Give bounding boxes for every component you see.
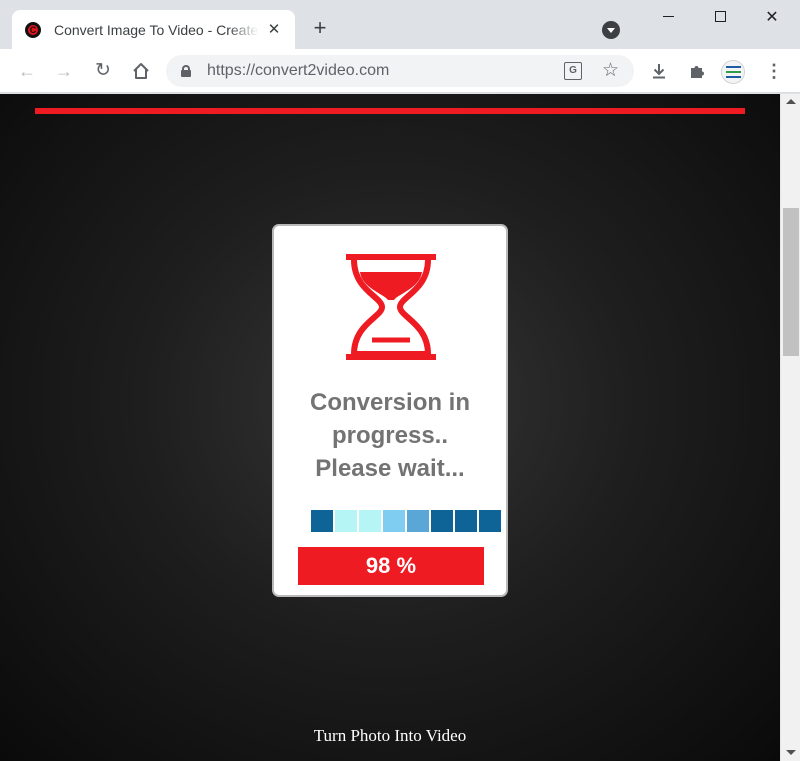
site-favicon-icon: C <box>25 21 41 38</box>
loading-segments <box>311 510 503 532</box>
download-icon[interactable] <box>647 59 671 83</box>
lock-icon[interactable] <box>181 65 191 77</box>
status-line: progress.. <box>331 422 449 449</box>
forward-arrow-icon[interactable]: → <box>52 59 76 83</box>
loading-segment <box>479 510 501 532</box>
translate-icon[interactable]: G <box>564 62 582 80</box>
new-tab-button[interactable]: + <box>309 17 331 39</box>
tab-close-icon[interactable]: ✕ <box>265 21 283 39</box>
loading-segment <box>455 510 477 532</box>
tab-strip: C Convert Image To Video - Create Video … <box>0 0 800 49</box>
address-bar[interactable]: https://convert2video.com G ☆ <box>166 55 634 87</box>
progress-percent-bar: 98 % <box>298 547 484 585</box>
loading-segment <box>359 510 381 532</box>
tab-search-icon[interactable] <box>602 21 620 39</box>
status-message: Conversion in progress.. Please wait... <box>274 386 506 485</box>
loading-segment <box>431 510 453 532</box>
menu-icon[interactable]: ⋮ <box>762 59 786 83</box>
scroll-down-arrow-icon[interactable] <box>786 750 796 755</box>
hourglass-icon <box>346 254 436 360</box>
window-close-button[interactable]: ✕ <box>746 0 798 33</box>
window-minimize-button[interactable] <box>642 0 694 33</box>
browser-toolbar: ← → ↻ https://convert2video.com G ☆ ⋮ <box>0 49 800 93</box>
scrollbar-thumb[interactable] <box>783 208 799 356</box>
star-icon[interactable]: ☆ <box>602 59 619 82</box>
top-progress-bar <box>35 108 745 114</box>
home-icon[interactable] <box>129 59 153 83</box>
conversion-card: Conversion in progress.. Please wait... … <box>272 224 508 597</box>
tab-title: Convert Image To Video - Create Video Fr… <box>54 21 259 38</box>
loading-segment <box>335 510 357 532</box>
loading-segment <box>407 510 429 532</box>
browser-tab[interactable]: C Convert Image To Video - Create Video … <box>12 10 295 49</box>
reload-icon[interactable]: ↻ <box>91 59 115 83</box>
profile-avatar[interactable] <box>721 60 745 84</box>
loading-segment <box>311 510 333 532</box>
scroll-up-arrow-icon[interactable] <box>786 99 796 104</box>
back-arrow-icon[interactable]: ← <box>15 59 39 83</box>
extensions-icon[interactable] <box>685 59 709 83</box>
address-url[interactable]: https://convert2video.com <box>207 55 389 87</box>
window-maximize-button[interactable] <box>694 0 746 33</box>
vertical-scrollbar[interactable] <box>780 94 800 761</box>
footer-tagline: Turn Photo Into Video <box>313 726 467 745</box>
page-viewport: Conversion in progress.. Please wait... … <box>0 94 780 761</box>
loading-segment <box>383 510 405 532</box>
status-line: Please wait... <box>315 455 465 482</box>
status-line: Conversion in <box>309 389 471 416</box>
